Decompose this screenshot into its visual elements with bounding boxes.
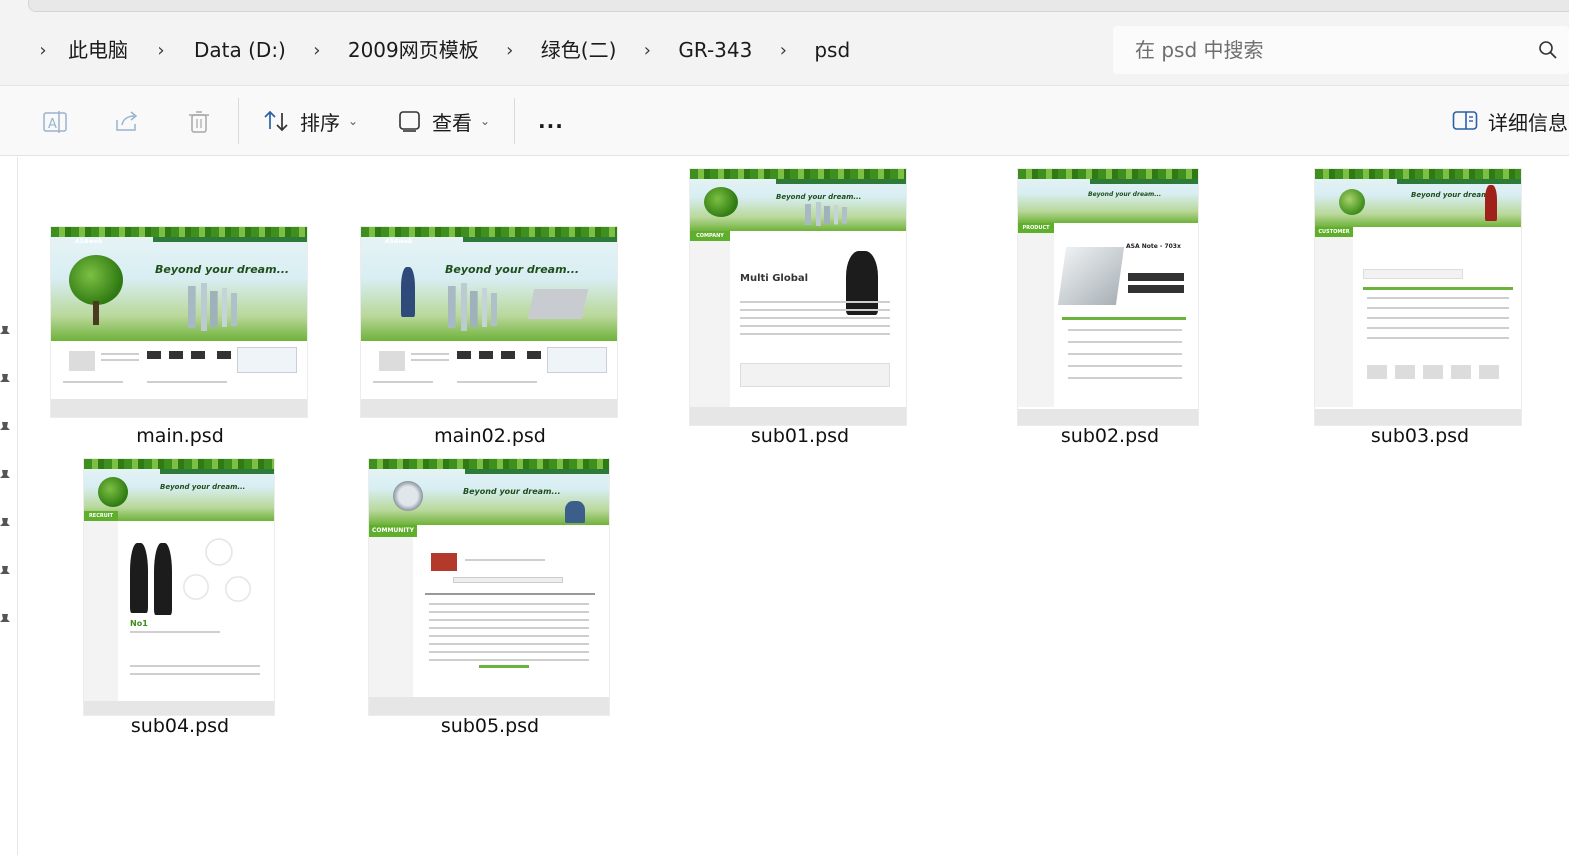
file-item[interactable]: Beyond your dream... ASAweb main02.psd <box>329 157 651 453</box>
file-item[interactable]: Beyond your dream... COMPANY Multi Globa… <box>639 157 961 453</box>
file-item[interactable]: Beyond your dream... PRODUCT ASA Note - … <box>949 157 1271 453</box>
sort-label: 排序 <box>300 110 340 135</box>
rename-icon[interactable]: A <box>41 108 69 136</box>
file-item[interactable]: Beyond your dream... RECRUIT No1 sub04.p… <box>19 447 341 743</box>
details-pane-icon <box>1452 111 1478 130</box>
view-icon <box>399 111 420 132</box>
toolbar-divider <box>238 98 239 144</box>
file-thumbnail: Beyond your dream... COMPANY Multi Globa… <box>690 169 906 425</box>
pin-icon[interactable] <box>0 325 12 339</box>
view-label: 查看 <box>432 110 472 135</box>
chevron-right-icon[interactable]: › <box>624 40 670 61</box>
file-name: sub05.psd <box>440 715 540 737</box>
pin-icon[interactable] <box>0 421 12 435</box>
thumb-headline: Beyond your dream... <box>160 483 246 491</box>
title-strip <box>0 0 1569 14</box>
file-thumbnail: Beyond your dream... COMMUNITY <box>369 459 609 715</box>
pin-icon[interactable] <box>0 373 12 387</box>
thumb-section-label: PRODUCT <box>1018 223 1054 233</box>
file-name: sub04.psd <box>130 715 230 737</box>
file-name: main.psd <box>136 425 224 447</box>
thumb-section-label: COMMUNITY <box>369 525 417 537</box>
thumb-headline: Beyond your dream... <box>1411 191 1497 199</box>
file-thumbnail: Beyond your dream... PRODUCT ASA Note - … <box>1018 169 1198 425</box>
thumb-section-label: RECRUIT <box>84 511 118 521</box>
breadcrumb: › 此电脑 › Data (D:) › 2009网页模板 › 绿色(二) › G… <box>0 14 858 86</box>
breadcrumb-item-gr343[interactable]: GR-343 <box>670 14 760 86</box>
chevron-right-icon[interactable]: › <box>760 40 806 61</box>
search-icon[interactable] <box>1538 40 1558 60</box>
navigation-pane <box>0 157 18 855</box>
more-options-button[interactable]: ... <box>538 86 564 156</box>
address-bar: › 此电脑 › Data (D:) › 2009网页模板 › 绿色(二) › G… <box>0 14 1569 86</box>
pin-icon[interactable] <box>0 565 12 579</box>
thumb-headline: Beyond your dream... <box>463 487 561 496</box>
chevron-right-icon[interactable]: › <box>487 40 533 61</box>
chevron-right-icon[interactable]: › <box>294 40 340 61</box>
chevron-down-icon: ⌄ <box>480 114 491 128</box>
share-icon[interactable] <box>113 108 141 136</box>
thumb-headline: Beyond your dream... <box>445 263 580 276</box>
breadcrumb-item-psd[interactable]: psd <box>806 14 858 86</box>
thumb-brand: ASAweb <box>75 238 103 245</box>
thumb-headline: Beyond your dream... <box>776 193 862 201</box>
window-tab-edge <box>28 0 1569 12</box>
pin-icon[interactable] <box>0 469 12 483</box>
file-name: main02.psd <box>434 425 546 447</box>
file-name: sub01.psd <box>750 425 850 447</box>
view-button[interactable]: 查看 ⌄ <box>398 86 490 156</box>
file-thumbnail: Beyond your dream... ASAweb <box>361 227 617 417</box>
sort-icon <box>264 110 288 132</box>
svg-text:A: A <box>48 117 57 132</box>
thumb-section-label: COMPANY <box>690 231 730 241</box>
thumb-brand: ASAweb <box>385 238 413 245</box>
command-bar: A 排序 ⌄ 查看 ⌄ ... 详细信息 <box>0 86 1569 156</box>
thumb-promo: Multi Global <box>740 273 809 284</box>
search-input[interactable]: 在 psd 中搜索 <box>1135 26 1264 74</box>
thumb-promo: ASA Note - 703x <box>1126 243 1181 250</box>
thumb-headline: Beyond your dream... <box>1088 191 1162 198</box>
more-icon: ... <box>538 109 564 133</box>
file-item[interactable]: Beyond your dream... CUSTOMER sub03.psd <box>1259 157 1569 453</box>
chevron-down-icon: ⌄ <box>348 114 359 128</box>
file-thumbnail: Beyond your dream... ASAweb <box>51 227 307 417</box>
details-pane-button[interactable]: 详细信息 <box>1452 86 1568 156</box>
file-thumbnail: Beyond your dream... RECRUIT No1 <box>84 459 274 715</box>
breadcrumb-item-templates[interactable]: 2009网页模板 <box>340 14 487 86</box>
breadcrumb-item-data-drive[interactable]: Data (D:) <box>186 14 294 86</box>
details-label: 详细信息 <box>1488 110 1568 135</box>
file-name: sub02.psd <box>1060 425 1160 447</box>
file-item[interactable]: Beyond your dream... COMMUNITY sub05.psd <box>329 447 651 743</box>
breadcrumb-item-green2[interactable]: 绿色(二) <box>533 14 625 86</box>
thumb-section-label: CUSTOMER <box>1315 227 1353 237</box>
file-thumbnail: Beyond your dream... CUSTOMER <box>1315 169 1521 425</box>
search-box[interactable]: 在 psd 中搜索 <box>1113 26 1569 74</box>
thumb-headline: Beyond your dream... <box>155 263 290 276</box>
thumb-promo: No1 <box>130 619 148 628</box>
pin-icon[interactable] <box>0 517 12 531</box>
chevron-right-icon[interactable]: › <box>0 40 64 61</box>
chevron-right-icon[interactable]: › <box>136 40 186 61</box>
toolbar-divider <box>514 98 515 144</box>
file-name: sub03.psd <box>1370 425 1470 447</box>
file-item[interactable]: Beyond your dream... ASAweb main.psd <box>19 157 341 453</box>
file-view: Beyond your dream... ASAweb main.psd Bey… <box>19 157 1569 855</box>
pin-icon[interactable] <box>0 613 12 627</box>
delete-icon[interactable] <box>185 108 213 136</box>
sort-button[interactable]: 排序 ⌄ <box>262 86 358 156</box>
breadcrumb-item-this-pc[interactable]: 此电脑 <box>64 14 136 86</box>
